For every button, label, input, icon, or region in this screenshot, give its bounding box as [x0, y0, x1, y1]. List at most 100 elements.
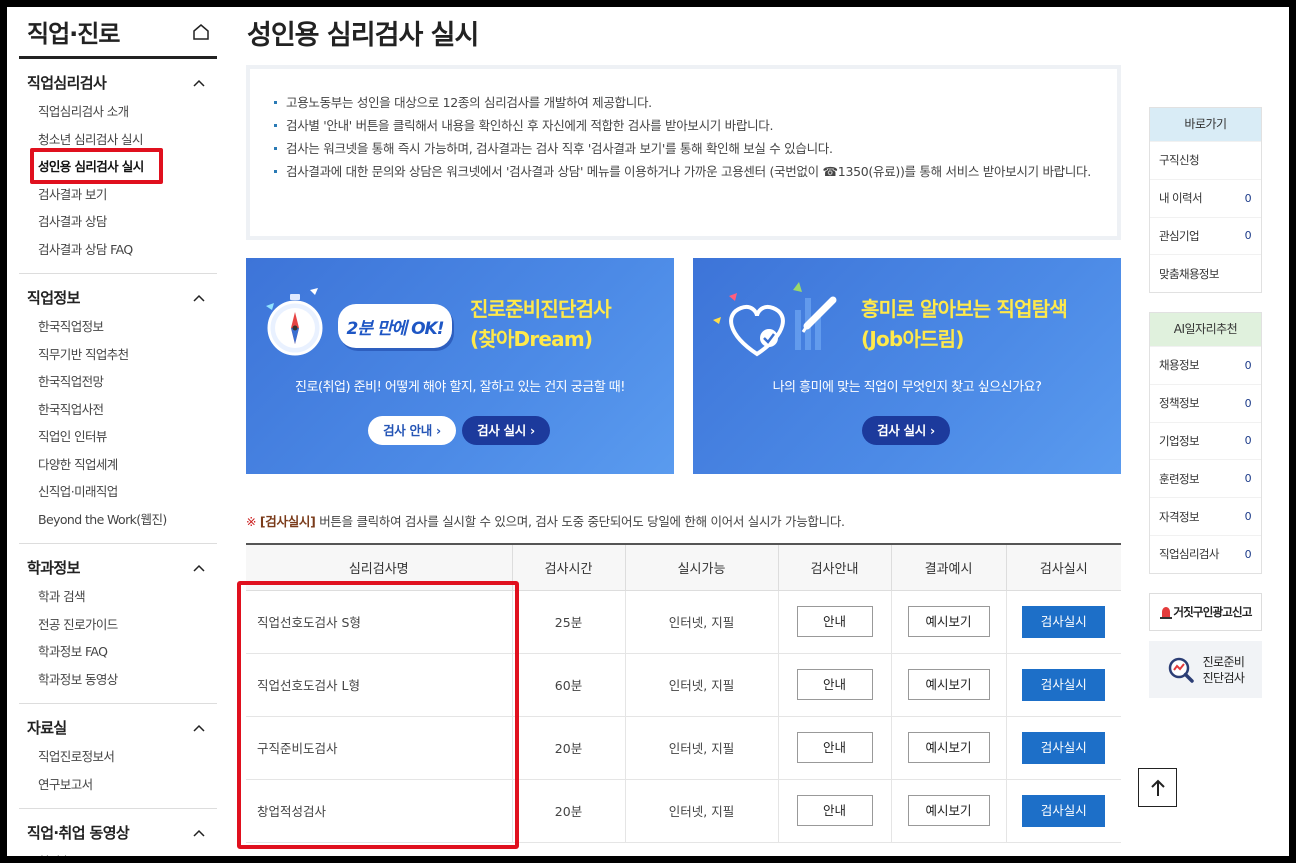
- scroll-top-button[interactable]: [1138, 768, 1177, 807]
- career-readiness-button[interactable]: 진로준비 진단검사: [1149, 641, 1262, 698]
- notice-line: 검사결과에 대한 문의와 상담은 워크넷에서 '검사결과 상담' 메뉴를 이용하…: [274, 160, 1093, 183]
- quick-link-label: 맞춤채용정보: [1159, 266, 1219, 281]
- sidebar-item-result-faq[interactable]: 검사결과 상담 FAQ: [19, 236, 217, 264]
- ai-link-label: 훈련정보: [1159, 471, 1200, 486]
- sample-button[interactable]: 예시보기: [907, 669, 990, 700]
- ai-link-label: 채용정보: [1159, 358, 1200, 373]
- sidebar-item-career-book[interactable]: 직업진로정보서: [19, 743, 217, 771]
- ai-link-label: 직업심리검사: [1159, 547, 1219, 562]
- sidebar-item-major-faq[interactable]: 학과정보 FAQ: [19, 638, 217, 666]
- sidebar-item-major-video[interactable]: 학과정보 동영상: [19, 666, 217, 694]
- start-test-button[interactable]: 검사실시: [1022, 668, 1106, 701]
- sidebar-group-head-archive[interactable]: 자료실: [19, 712, 217, 743]
- career-label-line: 진단검사: [1202, 670, 1245, 685]
- ai-link-count: 0: [1244, 396, 1252, 410]
- test-name: 구직준비도검사: [246, 716, 512, 780]
- sample-cell: 예시보기: [890, 716, 1006, 780]
- ai-recommend-title: AI일자리추천: [1150, 313, 1261, 346]
- notice-line: 검사별 '안내' 버튼을 클릭해서 내용을 확인하신 후 자신에게 적합한 검사…: [274, 114, 1093, 137]
- ai-link-company[interactable]: 기업정보 0: [1150, 421, 1261, 460]
- sidebar-group-label: 직업정보: [27, 289, 80, 307]
- sample-button[interactable]: 예시보기: [907, 795, 990, 826]
- quick-links-panel: 바로가기 구직신청 내 이력서 0 관심기업 0 맞춤채용정보: [1149, 107, 1262, 294]
- sidebar-item-major-search[interactable]: 학과 검색: [19, 583, 217, 611]
- start-cell: 검사실시: [1005, 590, 1121, 654]
- sidebar-group-head-major[interactable]: 학과정보: [19, 552, 217, 583]
- test-mode: 인터넷, 지필: [624, 590, 778, 654]
- start-cell: 검사실시: [1005, 653, 1121, 717]
- test-guide-button[interactable]: 검사 안내 ›: [368, 416, 456, 445]
- quick-link-resume[interactable]: 내 이력서 0: [1150, 178, 1261, 217]
- fake-job-ad-report-button[interactable]: 거짓구인광고신고: [1149, 593, 1262, 631]
- sidebar-group-label: 직업·취업 동영상: [27, 824, 130, 842]
- ai-link-jobs[interactable]: 채용정보 0: [1150, 346, 1261, 384]
- sidebar-item-duty-recommend[interactable]: 직무기반 직업추천: [19, 341, 217, 369]
- banner-title-line: (Job아드림): [861, 327, 964, 351]
- compass-icon: [266, 288, 323, 356]
- sample-button[interactable]: 예시보기: [907, 606, 990, 637]
- ai-link-license[interactable]: 자격정보 0: [1150, 497, 1261, 535]
- guide-button[interactable]: 안내: [796, 795, 873, 826]
- table-header: 검사안내: [777, 544, 891, 591]
- sample-button[interactable]: 예시보기: [907, 732, 990, 763]
- sidebar-item-result-consult[interactable]: 검사결과 상담: [19, 208, 217, 236]
- sidebar-item-psych-intro[interactable]: 직업심리검사 소개: [19, 98, 217, 126]
- sidebar-item-interview[interactable]: 직업인 인터뷰: [19, 423, 217, 451]
- quick-links-title: 바로가기: [1150, 108, 1261, 141]
- home-icon[interactable]: [191, 22, 211, 42]
- sidebar-item-job-dictionary[interactable]: 한국직업사전: [19, 396, 217, 424]
- sidebar-item-kr-job-info[interactable]: 한국직업정보: [19, 313, 217, 341]
- sidebar-item-research[interactable]: 연구보고서: [19, 771, 217, 799]
- banner-interest-exploration: 흥미로 알아보는 직업탐색 (Job아드림) 나의 흥미에 맞는 직업이 무엇인…: [693, 258, 1121, 474]
- quick-link-label: 내 이력서: [1159, 191, 1203, 206]
- sidebar-item-future-job[interactable]: 신직업·미래직업: [19, 478, 217, 506]
- sidebar-group-archive: 자료실 직업진로정보서 연구보고서: [19, 704, 217, 809]
- page-title: 성인용 심리검사 실시: [247, 20, 479, 51]
- guide-button[interactable]: 안내: [796, 606, 873, 637]
- quick-link-custom-jobs[interactable]: 맞춤채용정보: [1150, 254, 1261, 292]
- sidebar-item-webzine[interactable]: Beyond the Work(웹진): [19, 506, 217, 534]
- start-test-button[interactable]: 검사실시: [1022, 605, 1106, 638]
- guide-cell: 안내: [777, 716, 891, 780]
- ai-link-label: 자격정보: [1159, 509, 1200, 524]
- ai-link-label: 기업정보: [1159, 433, 1200, 448]
- test-time: 25분: [511, 590, 625, 654]
- sidebar-group-jobinfo: 직업정보 한국직업정보 직무기반 직업추천 한국직업전망 한국직업사전 직업인 …: [19, 274, 217, 544]
- banner-title: 흥미로 알아보는 직업탐색 (Job아드림): [861, 294, 1068, 354]
- ai-link-count: 0: [1244, 472, 1252, 486]
- quick-link-interest-company[interactable]: 관심기업 0: [1150, 216, 1261, 255]
- report-label: 거짓구인광고신고: [1173, 605, 1252, 619]
- ai-link-psych-test[interactable]: 직업심리검사 0: [1150, 534, 1261, 573]
- sidebar-item-job-outlook[interactable]: 한국직업전망: [19, 368, 217, 396]
- sidebar-group-head-psych[interactable]: 직업심리검사: [19, 67, 217, 98]
- ai-link-training[interactable]: 훈련정보 0: [1150, 459, 1261, 497]
- sidebar-item-major-guide[interactable]: 전공 진로가이드: [19, 611, 217, 639]
- test-time: 60분: [511, 653, 625, 717]
- quick-link-job-apply[interactable]: 구직신청: [1150, 141, 1261, 179]
- table-header: 실시가능: [624, 544, 778, 591]
- test-start-button[interactable]: 검사 실시 ›: [462, 416, 550, 445]
- sidebar-item-result-view[interactable]: 검사결과 보기: [19, 181, 217, 209]
- table-row: 직업선호도검사 S형 25분 인터넷, 지필 안내 예시보기 검사실시: [246, 590, 1121, 654]
- ai-link-policy[interactable]: 정책정보 0: [1150, 383, 1261, 422]
- sidebar-item-youth[interactable]: 청년층: [19, 848, 217, 856]
- sidebar-group-head-jobinfo[interactable]: 직업정보: [19, 282, 217, 313]
- sidebar-group-major: 학과정보 학과 검색 전공 진로가이드 학과정보 FAQ 학과정보 동영상: [19, 544, 217, 704]
- guide-cell: 안내: [777, 779, 891, 843]
- guide-button[interactable]: 안내: [796, 732, 873, 763]
- quick-link-label: 구직신청: [1159, 153, 1200, 168]
- start-test-button[interactable]: 검사실시: [1022, 794, 1106, 827]
- start-test-button[interactable]: 검사실시: [1022, 731, 1106, 764]
- test-table: 심리검사명 검사시간 실시가능 검사안내 결과예시 검사실시 직업선호도검사 S…: [246, 543, 1121, 843]
- guide-button[interactable]: 안내: [796, 669, 873, 700]
- sidebar-group-head-video[interactable]: 직업·취업 동영상: [19, 817, 217, 848]
- sidebar-item-youth-test[interactable]: 청소년 심리검사 실시: [19, 126, 217, 154]
- sidebar-item-adult-test[interactable]: 성인용 심리검사 실시: [19, 153, 217, 181]
- sidebar-group-label: 자료실: [27, 719, 67, 737]
- sidebar-item-job-world[interactable]: 다양한 직업세계: [19, 451, 217, 479]
- sidebar-header: 직업·진로: [19, 7, 217, 59]
- ai-link-count: 0: [1244, 358, 1252, 372]
- test-start-button[interactable]: 검사 실시 ›: [862, 416, 950, 445]
- ai-link-label: 정책정보: [1159, 396, 1200, 411]
- guide-cell: 안내: [777, 590, 891, 654]
